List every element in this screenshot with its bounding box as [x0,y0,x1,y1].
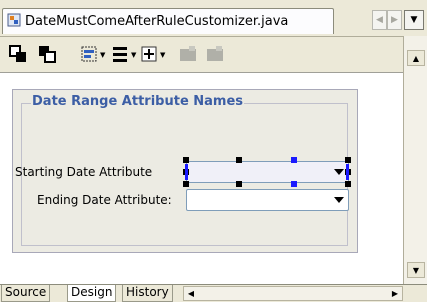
distribute-dropdown-button[interactable]: ▼ [111,45,136,65]
distribute-icon [111,45,129,66]
editor-tab[interactable]: DateMustComeAfterRuleCustomizer.java [2,8,334,34]
selection-handle[interactable] [183,157,189,163]
selection-handle[interactable] [236,157,242,163]
anchor-indicator [185,164,188,180]
tab-design[interactable]: Design [67,285,117,302]
scroll-down-button[interactable]: ▼ [407,262,425,278]
selection-handle[interactable] [291,181,297,187]
gear-icon [178,45,198,66]
group-border-bottom [21,245,348,247]
send-to-back-icon [38,45,58,66]
scroll-tabs-right-button[interactable]: ▶ [387,10,402,30]
ending-date-combobox[interactable] [186,189,349,211]
vertical-scrollbar[interactable]: ▲ ▼ [403,36,427,284]
selection-handle[interactable] [236,181,242,187]
show-opened-documents-button[interactable]: ▼ [404,10,424,30]
align-icon [80,45,98,66]
chevron-left-icon: ◀ [187,289,195,298]
chevron-right-icon: ▶ [391,289,399,298]
java-file-icon [7,13,21,30]
selection-handle[interactable] [345,157,351,163]
view-tab-bar: Source Design History ◀ ▶ [0,284,427,302]
chevron-down-icon: ▼ [160,51,166,59]
anchor-indicator [346,164,349,180]
chevron-down-icon [334,197,344,203]
chevron-down-icon: ▼ [100,51,106,59]
scroll-right-button[interactable]: ▶ [388,287,402,300]
selection-handle[interactable] [291,157,297,163]
chevron-down-icon [334,169,344,175]
bring-to-front-button[interactable] [9,44,29,66]
align-dropdown-button[interactable]: ▼ [80,45,105,65]
scroll-left-button[interactable]: ◀ [184,287,198,300]
tab-navigation: ◀ ▶ [372,10,402,30]
form-designer-toolbar: ▼ ▼ ▼ [0,36,403,72]
tab-history[interactable]: History [122,285,173,302]
group-title: Date Range Attribute Names [31,94,245,109]
anchor-dropdown-button[interactable]: ▼ [140,45,165,65]
chevron-down-icon: ▼ [131,51,137,59]
selection-handle[interactable] [345,181,351,187]
tab-source[interactable]: Source [1,285,51,302]
editor-tab-strip: DateMustComeAfterRuleCustomizer.java ◀ ▶… [0,0,427,36]
disabled-tool-button-2[interactable] [205,45,225,65]
starting-date-label: Starting Date Attribute [15,165,153,179]
horizontal-scrollbar[interactable]: ◀ ▶ [183,286,403,301]
chevron-down-icon: ▼ [412,265,420,275]
ending-date-label: Ending Date Attribute: [37,193,172,207]
gear-icon [205,45,225,66]
scroll-right-icon: ▶ [391,15,398,25]
scroll-up-button[interactable]: ▲ [407,50,425,66]
send-to-back-button[interactable] [38,45,58,65]
editor-tab-title: DateMustComeAfterRuleCustomizer.java [25,14,289,29]
disabled-tool-button-1[interactable] [178,45,198,65]
scroll-left-icon: ◀ [376,15,383,25]
selection-handle[interactable] [183,181,189,187]
bring-to-front-icon [9,44,29,66]
form-panel[interactable]: Date Range Attribute Names Starting Date… [12,89,358,253]
chevron-up-icon: ▲ [412,53,420,63]
dropdown-icon: ▼ [410,15,418,25]
starting-date-combobox[interactable] [186,161,349,183]
anchor-icon [140,45,158,66]
design-canvas: Date Range Attribute Names Starting Date… [0,72,403,285]
tab-list: ▼ [404,10,424,30]
scroll-tabs-left-button[interactable]: ◀ [372,10,387,30]
